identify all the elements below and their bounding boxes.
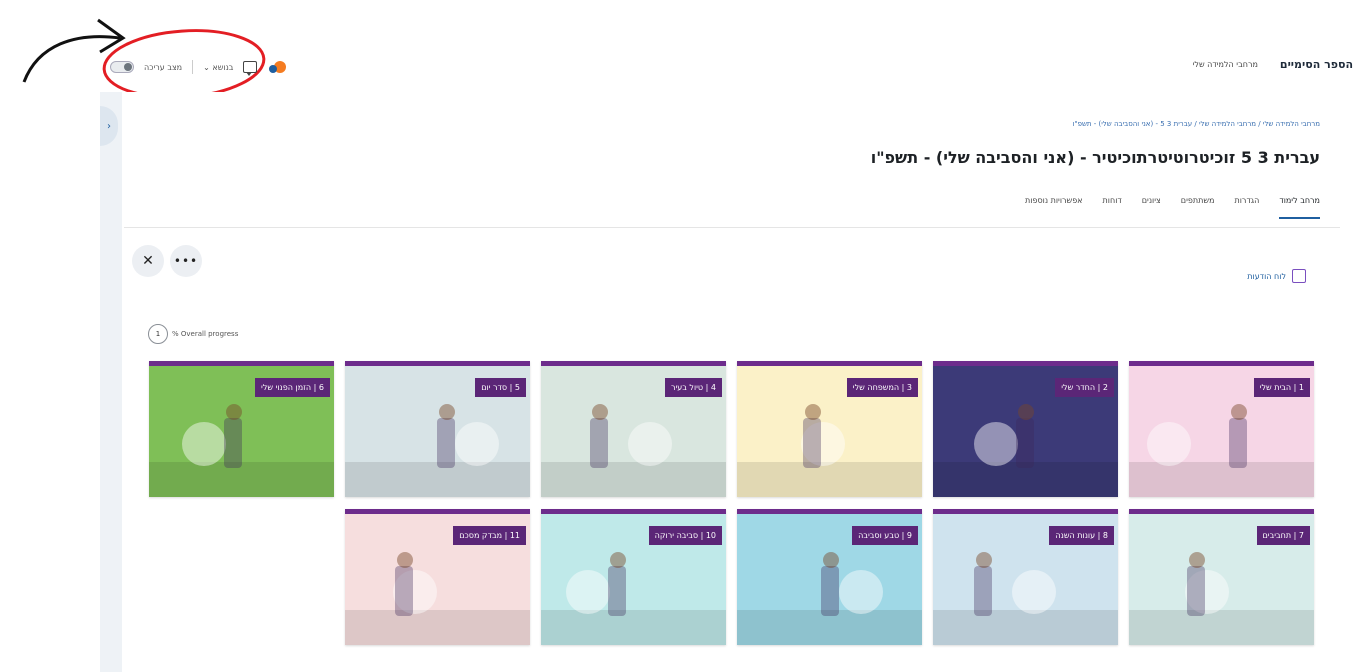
tab-course[interactable]: מרחב לימוד [1279,196,1320,219]
course-section-card[interactable]: 1 | הבית שלי [1129,361,1314,497]
course-section-card[interactable]: 3 | המשפחה שלי [737,361,922,497]
close-button[interactable]: ✕ [132,245,164,277]
progress-label: % Overall progress [172,330,239,338]
card-title: 5 | סדר יום [475,378,526,397]
close-icon: ✕ [142,253,154,269]
notification-icon[interactable] [267,59,287,75]
nav-my-learning[interactable]: מרחבי הלמידה שלי [1193,60,1258,69]
language-label: בנושא [212,62,234,72]
course-tabs: מרחב לימוד הגדרות משתתפים ציונים דוחות א… [1025,196,1320,219]
course-section-card[interactable]: 11 | מבדק מסכם [345,509,530,645]
announcements-label: לוח הודעות [1247,271,1286,281]
more-icon: ••• [173,254,199,268]
toolbar-left: מצב עריכה ⌄ בנושא [110,56,287,78]
tab-reports[interactable]: דוחות [1103,196,1122,219]
progress-ring: 1 [148,324,168,344]
course-section-card[interactable]: 2 | החדר שלי [933,361,1118,497]
card-title: 2 | החדר שלי [1055,378,1114,397]
overall-progress: 1 % Overall progress [148,324,238,344]
announcements-link[interactable]: לוח הודעות [1247,269,1306,283]
site-brand[interactable]: הספר הסימיים [1280,58,1353,71]
top-navbar: מצב עריכה ⌄ בנושא הספר הסימיים מרחבי הלמ… [0,0,1353,99]
tab-settings[interactable]: הגדרות [1234,196,1259,219]
card-title: 1 | הבית שלי [1253,378,1310,397]
more-button[interactable]: ••• [170,245,202,277]
card-title: 7 | תחביבים [1256,526,1310,545]
course-section-card[interactable]: 4 | טיול בעיר [541,361,726,497]
edit-mode-toggle[interactable] [110,61,134,73]
course-section-card[interactable]: 10 | סביבה ירוקה [541,509,726,645]
course-section-card[interactable]: 7 | תחביבים [1129,509,1314,645]
side-strip [100,92,122,672]
card-title: 6 | הזמן הפנוי שלי [255,378,330,397]
course-section-card[interactable]: 5 | סדר יום [345,361,530,497]
tab-grades[interactable]: ציונים [1142,196,1161,219]
edit-mode-label: מצב עריכה [144,62,183,72]
course-section-card[interactable]: 8 | עונות השנה [933,509,1118,645]
card-title: 3 | המשפחה שלי [846,378,918,397]
card-title: 4 | טיול בעיר [664,378,722,397]
course-section-card[interactable]: 9 | טבע וסביבה [737,509,922,645]
announcement-icon [1292,269,1306,283]
page-header: מרחבי הלמידה שלי / מרחבי הלמידה שלי / עב… [124,92,1340,228]
card-title: 11 | מבדק מסכם [453,526,526,545]
toolbar-right: הספר הסימיים מרחבי הלמידה שלי [1193,58,1353,71]
page-title: עברית 3 5 זוכיטרוטיטרתוכיטיר - (אני והסב… [870,148,1320,167]
tab-participants[interactable]: משתתפים [1181,196,1215,219]
tab-more[interactable]: אפשרויות נוספות [1025,196,1082,219]
language-dropdown[interactable]: ⌄ בנושא [203,63,233,72]
chevron-down-icon: ⌄ [203,62,210,72]
card-title: 10 | סביבה ירוקה [648,526,722,545]
divider [192,60,194,74]
card-title: 9 | טבע וסביבה [852,526,918,545]
breadcrumb[interactable]: מרחבי הלמידה שלי / מרחבי הלמידה שלי / עב… [1072,120,1320,128]
card-title: 8 | עונות השנה [1049,526,1114,545]
course-section-card[interactable]: 6 | הזמן הפנוי שלי [149,361,334,497]
chat-icon[interactable] [243,61,258,76]
chevron-right-icon: › [107,120,111,132]
